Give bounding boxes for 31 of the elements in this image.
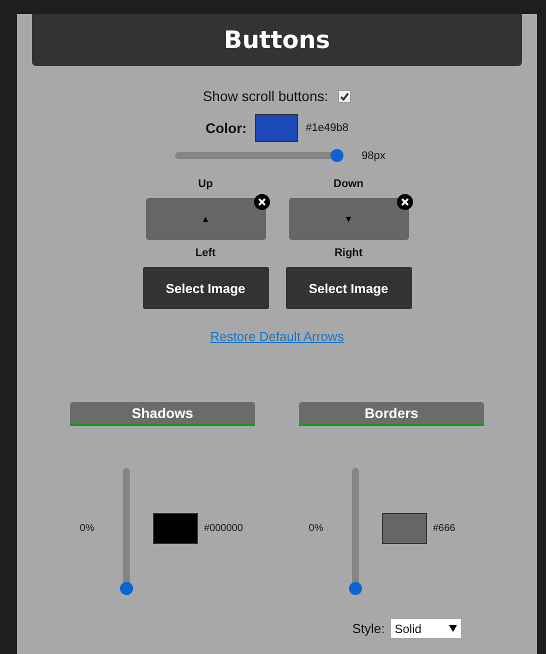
section-header: Shadows [70,402,255,426]
caret-icon [448,625,457,632]
arrow-label: Right [334,247,363,259]
color-swatch[interactable] [254,114,298,142]
arrow-label: Up [198,178,213,190]
style-label: Style: [352,621,385,636]
arrow-label: Down [334,178,364,190]
color-value: #1e49b8 [306,122,349,134]
opacity-value: 0% [308,523,324,534]
select-image-button[interactable]: Select Image [142,267,268,309]
slider-thumb[interactable] [330,149,344,162]
section-header: Borders [299,402,484,426]
close-icon[interactable] [396,194,412,210]
slider-thumb[interactable] [120,582,133,595]
style-dropdown[interactable]: Solid [390,619,461,638]
color-value: #000000 [204,523,243,534]
color-label: Color: [205,120,247,136]
color-swatch[interactable] [382,513,427,544]
checkbox-label: Show scroll buttons: [202,88,328,104]
arrow-label: Left [195,247,216,259]
color-value: #666 [433,523,456,534]
scroll-buttons-checkbox[interactable] [338,90,352,102]
opacity-value: 0% [78,523,96,534]
slider-thumb[interactable] [349,582,362,595]
arrow-glyph: ▼ [344,214,353,224]
select-image-button[interactable]: Select Image [286,267,412,309]
color-swatch[interactable] [153,513,198,544]
arrow-glyph: ▲ [201,214,210,224]
page-title: Buttons [32,14,522,66]
close-icon[interactable] [254,194,270,210]
size-value: 98px [362,150,386,162]
